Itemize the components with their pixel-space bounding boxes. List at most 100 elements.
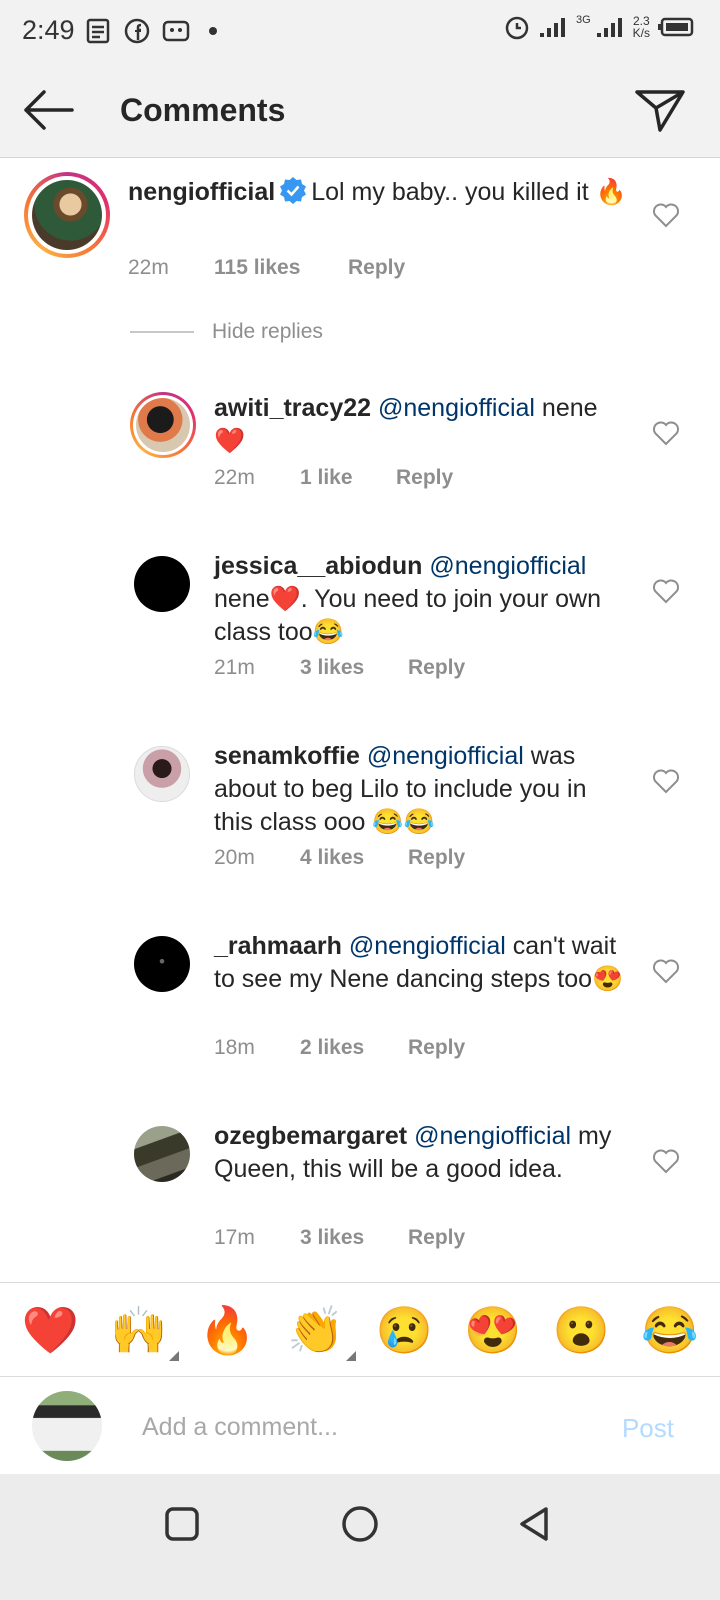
skin-tone-indicator xyxy=(169,1350,180,1361)
recent-apps-icon[interactable] xyxy=(162,1504,202,1544)
reply-text: ozegbemargaret @nengiofficial my Queen, … xyxy=(214,1120,624,1186)
heart-icon[interactable] xyxy=(652,958,680,984)
page-title: Comments xyxy=(120,92,286,128)
main-comment: nengiofficial Lol my baby.. you killed it… xyxy=(0,170,720,300)
news-icon xyxy=(86,18,110,44)
reply-meta: 18m 2 likes Reply xyxy=(214,1036,465,1060)
system-nav-bar xyxy=(0,1474,720,1600)
comment-text: nengiofficial Lol my baby.. you killed it… xyxy=(128,176,628,209)
network-speed: 2.3 K/s xyxy=(633,15,650,39)
reply-mention[interactable]: @nengiofficial xyxy=(378,394,535,422)
reply-likes[interactable]: 2 likes xyxy=(300,1036,408,1060)
emoji-raising-hands[interactable]: 🙌 xyxy=(110,1303,180,1361)
reply-time: 18m xyxy=(214,1036,255,1059)
avatar[interactable] xyxy=(24,172,110,258)
reply-likes[interactable]: 1 like xyxy=(300,466,396,490)
reply-meta: 22m 1 like Reply xyxy=(214,466,453,490)
gamepad-icon xyxy=(162,20,190,42)
app-header: Comments xyxy=(0,62,720,158)
reply-item: ozegbemargaret @nengiofficial my Queen, … xyxy=(0,1120,720,1260)
heart-icon[interactable] xyxy=(652,420,680,446)
reply-text: awiti_tracy22 @nengiofficial nene❤️ xyxy=(214,392,624,458)
reply-text: jessica__abiodun @nengiofficial nene❤️. … xyxy=(214,550,624,649)
reply-button[interactable]: Reply xyxy=(408,1036,465,1060)
emoji-clapping[interactable]: 👏 xyxy=(287,1303,357,1361)
reply-time: 17m xyxy=(214,1226,255,1249)
verified-badge-icon xyxy=(280,177,307,204)
comment-time: 22m xyxy=(128,256,169,279)
heart-icon[interactable] xyxy=(652,768,680,794)
paper-plane-icon[interactable] xyxy=(634,86,686,134)
signal-icon-2 xyxy=(596,18,622,37)
reply-likes[interactable]: 3 likes xyxy=(300,1226,408,1250)
reply-username[interactable]: ozegbemargaret xyxy=(214,1122,407,1150)
emoji-fire[interactable]: 🔥 xyxy=(199,1307,256,1353)
facebook-icon xyxy=(124,18,150,44)
network-type: 3G xyxy=(575,14,591,26)
emoji-crying[interactable]: 😢 xyxy=(376,1307,433,1353)
signal-icon xyxy=(539,18,565,37)
avatar[interactable] xyxy=(130,392,196,458)
reply-button[interactable]: Reply xyxy=(348,256,405,280)
reply-mention[interactable]: @nengiofficial xyxy=(414,1122,571,1150)
speed-unit: K/s xyxy=(632,26,650,40)
emoji-heart[interactable]: ❤️ xyxy=(22,1307,79,1353)
heart-icon[interactable] xyxy=(652,578,680,604)
status-time: 2:49 xyxy=(22,15,75,45)
emoji-heart-eyes[interactable]: 😍 xyxy=(464,1307,521,1353)
reply-item: _rahmaarh @nengiofficial can't wait to s… xyxy=(0,930,720,1070)
heart-icon[interactable] xyxy=(652,202,680,228)
comment-username[interactable]: nengiofficial xyxy=(128,178,275,206)
current-user-avatar xyxy=(32,1391,102,1461)
status-bar: 2:49 3G 2.3 K/s xyxy=(0,0,720,62)
avatar[interactable] xyxy=(134,746,190,802)
reply-text: _rahmaarh @nengiofficial can't wait to s… xyxy=(214,930,624,996)
home-icon[interactable] xyxy=(340,1504,380,1544)
add-comment-bar: Post xyxy=(0,1376,720,1474)
reply-username[interactable]: jessica__abiodun xyxy=(214,552,422,580)
emoji-raising-hands-glyph: 🙌 xyxy=(110,1303,168,1356)
comment-likes[interactable]: 115 likes xyxy=(214,256,348,280)
back-triangle-icon[interactable] xyxy=(514,1504,554,1544)
emoji-clapping-glyph: 👏 xyxy=(287,1303,345,1356)
comment-input[interactable] xyxy=(142,1407,582,1447)
divider-line xyxy=(130,331,194,333)
reply-button[interactable]: Reply xyxy=(408,846,465,870)
reply-item: senamkoffie @nengiofficial was about to … xyxy=(0,740,720,880)
reply-text: senamkoffie @nengiofficial was about to … xyxy=(214,740,624,839)
reply-mention[interactable]: @nengiofficial xyxy=(367,742,524,770)
reply-mention[interactable]: @nengiofficial xyxy=(349,932,506,960)
status-indicators: 3G 2.3 K/s xyxy=(504,14,694,40)
hide-replies-toggle[interactable]: Hide replies xyxy=(130,320,323,344)
dot-icon xyxy=(209,27,217,35)
reply-button[interactable]: Reply xyxy=(408,656,465,680)
post-button[interactable]: Post xyxy=(622,1413,674,1444)
reply-item: awiti_tracy22 @nengiofficial nene❤️ 22m … xyxy=(0,392,720,502)
emoji-laughing[interactable]: 😂 xyxy=(641,1307,698,1353)
reply-time: 20m xyxy=(214,846,255,869)
emoji-surprised[interactable]: 😮 xyxy=(553,1307,610,1353)
alarm-icon xyxy=(505,16,529,40)
reply-username[interactable]: awiti_tracy22 xyxy=(214,394,371,422)
avatar[interactable] xyxy=(134,556,190,612)
reply-username[interactable]: senamkoffie xyxy=(214,742,360,770)
reply-username[interactable]: _rahmaarh xyxy=(214,932,342,960)
back-arrow-icon[interactable] xyxy=(22,88,74,132)
reply-button[interactable]: Reply xyxy=(408,1226,465,1250)
reply-button[interactable]: Reply xyxy=(396,466,453,490)
reply-item: jessica__abiodun @nengiofficial nene❤️. … xyxy=(0,550,720,690)
avatar[interactable] xyxy=(134,1126,190,1182)
emoji-quick-bar: ❤️ 🙌 🔥 👏 😢 😍 😮 😂 xyxy=(0,1282,720,1376)
reply-mention[interactable]: @nengiofficial xyxy=(429,552,586,580)
heart-icon[interactable] xyxy=(652,1148,680,1174)
reply-likes[interactable]: 3 likes xyxy=(300,656,408,680)
reply-meta: 17m 3 likes Reply xyxy=(214,1226,465,1250)
avatar[interactable] xyxy=(134,936,190,992)
reply-meta: 20m 4 likes Reply xyxy=(214,846,465,870)
skin-tone-indicator xyxy=(346,1350,357,1361)
battery-icon xyxy=(658,17,694,37)
reply-time: 21m xyxy=(214,656,255,679)
reply-likes[interactable]: 4 likes xyxy=(300,846,408,870)
reply-body: nene❤️. You need to join your own class … xyxy=(214,585,601,646)
hide-replies-label[interactable]: Hide replies xyxy=(212,320,323,344)
